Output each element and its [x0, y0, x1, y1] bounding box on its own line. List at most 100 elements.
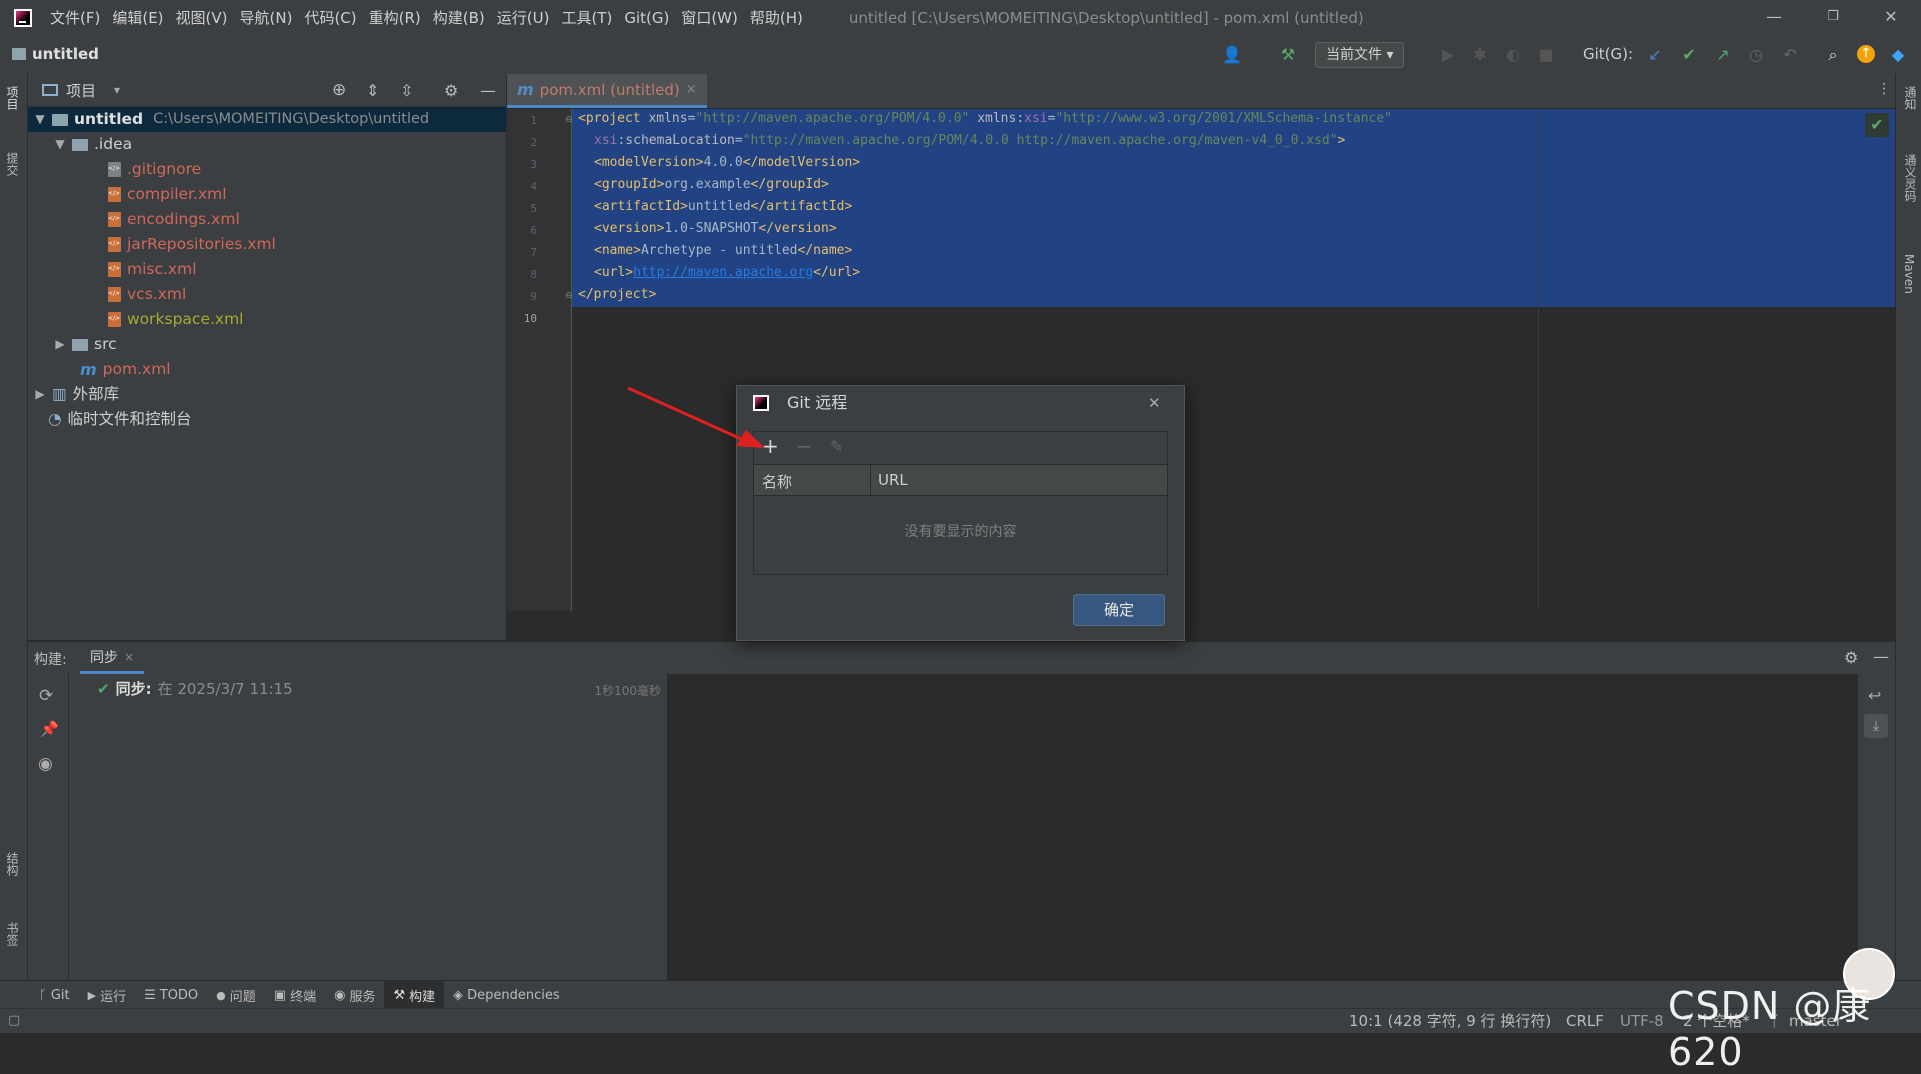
run-config-select[interactable]: 当前文件 ▾	[1315, 42, 1405, 68]
column-header-name[interactable]: 名称	[762, 471, 792, 492]
search-icon[interactable]: ⌕	[1823, 45, 1843, 65]
debug-icon[interactable]: ✱	[1470, 45, 1490, 65]
pin-icon[interactable]: 📌	[40, 720, 59, 738]
project-name[interactable]: untitled	[12, 45, 99, 63]
menu-git[interactable]: Git(G)	[618, 0, 675, 36]
expand-all-icon[interactable]: ⇕	[366, 81, 379, 100]
git-commit-icon[interactable]: ✔	[1679, 45, 1699, 65]
refresh-sync-icon[interactable]: ⟳	[39, 686, 53, 706]
coverage-icon[interactable]: ◐	[1503, 45, 1523, 65]
tab-sync[interactable]: 同步 ×	[80, 642, 145, 674]
collapse-all-icon[interactable]: ⇳	[400, 81, 413, 100]
tool-terminal[interactable]: ▣ 终端	[265, 981, 325, 1009]
build-hammer-icon[interactable]: ⚒	[1278, 45, 1298, 65]
menu-file[interactable]: 文件(F)	[44, 0, 106, 36]
tree-item-root[interactable]: ▼ untitled C:\Users\MOMEITING\Desktop\un…	[28, 107, 506, 132]
hide-panel-icon[interactable]: —	[1873, 647, 1889, 666]
menu-help[interactable]: 帮助(H)	[744, 0, 809, 36]
remove-remote-button[interactable]: −	[796, 434, 813, 458]
locate-icon[interactable]: ⊕	[332, 80, 346, 100]
update-icon[interactable]: ↑	[1857, 45, 1875, 63]
edit-remote-button[interactable]: ✎	[830, 437, 843, 456]
git-update-icon[interactable]: ↙	[1645, 45, 1665, 65]
column-header-url[interactable]: URL	[878, 471, 908, 489]
project-panel-title[interactable]: 项目	[66, 80, 96, 101]
inspection-ok-icon[interactable]: ✔	[1865, 113, 1889, 137]
menu-build[interactable]: 构建(B)	[427, 0, 491, 36]
notifications-tool-tab[interactable]: 通知	[1902, 86, 1919, 110]
layout-toggle-icon[interactable]: ▢	[8, 1009, 20, 1033]
tool-git[interactable]: ᚴ Git	[30, 981, 79, 1009]
view-selector-chevron-icon[interactable]: ▾	[114, 83, 120, 97]
build-entry-sync[interactable]: ✔ 同步: 在 2025/3/7 11:15	[97, 678, 293, 699]
menu-view[interactable]: 视图(V)	[170, 0, 234, 36]
menu-refactor[interactable]: 重构(R)	[363, 0, 427, 36]
settings-gear-icon[interactable]: ⚙	[444, 81, 458, 100]
chevron-right-icon[interactable]: ▶	[32, 382, 48, 407]
settings-gear-icon[interactable]: ⚙	[1844, 648, 1858, 667]
caret-position[interactable]: 10:1 (428 字符, 9 行 换行符)	[1349, 1009, 1551, 1033]
plugin-icon[interactable]: ◆	[1888, 45, 1908, 65]
hide-panel-icon[interactable]: —	[480, 81, 496, 100]
xml-file-icon	[108, 187, 121, 202]
file-encoding[interactable]: UTF-8	[1620, 1009, 1664, 1033]
tool-services[interactable]: ◉ 服务	[325, 981, 384, 1009]
close-tab-icon[interactable]: ×	[124, 650, 134, 664]
scroll-to-end-icon[interactable]: ⤓	[1864, 714, 1888, 738]
tree-item-src[interactable]: ▶ src	[48, 332, 116, 357]
history-icon[interactable]: ◷	[1746, 45, 1766, 65]
tool-run[interactable]: ▶ 运行	[79, 981, 135, 1009]
tree-item-scratches[interactable]: ◔ 临时文件和控制台	[48, 407, 192, 432]
tree-item-encodings-xml[interactable]: encodings.xml	[108, 207, 240, 232]
build-output-console[interactable]	[668, 674, 1858, 980]
git-push-icon[interactable]: ↗	[1713, 45, 1733, 65]
commit-tool-tab[interactable]: 提交	[4, 152, 21, 176]
chevron-down-icon[interactable]: ▼	[52, 132, 68, 157]
line-separator[interactable]: CRLF	[1566, 1009, 1604, 1033]
close-dialog-icon[interactable]: ✕	[1148, 386, 1161, 420]
tree-item-gitignore[interactable]: .gitignore	[108, 157, 201, 182]
minimize-button[interactable]: —	[1751, 0, 1797, 36]
close-tab-icon[interactable]: ×	[686, 82, 697, 97]
menu-window[interactable]: 窗口(W)	[675, 0, 744, 36]
intellij-logo-icon[interactable]	[14, 9, 32, 27]
code-link[interactable]: http://maven.apache.org	[633, 265, 813, 280]
maven-tool-tab[interactable]: Maven	[1902, 254, 1916, 294]
code-token: >	[1337, 133, 1346, 148]
tree-item-compiler-xml[interactable]: compiler.xml	[108, 182, 227, 207]
tree-item-misc-xml[interactable]: misc.xml	[108, 257, 197, 282]
chevron-right-icon[interactable]: ▶	[52, 332, 68, 357]
restore-button[interactable]: ❐	[1810, 0, 1856, 36]
tool-dependencies[interactable]: ◈ Dependencies	[444, 981, 569, 1009]
rollback-icon[interactable]: ↶	[1780, 45, 1800, 65]
soft-wrap-icon[interactable]: ↩	[1868, 686, 1881, 705]
more-options-icon[interactable]: ⋮	[1877, 81, 1891, 97]
ok-button[interactable]: 确定	[1073, 594, 1165, 626]
menu-run[interactable]: 运行(U)	[491, 0, 556, 36]
tool-build[interactable]: ⚒ 构建	[384, 981, 445, 1009]
stop-icon[interactable]: ■	[1536, 45, 1556, 65]
menu-tools[interactable]: 工具(T)	[555, 0, 618, 36]
structure-tool-tab[interactable]: 结构	[4, 852, 21, 876]
tool-problems[interactable]: ● 问题	[207, 981, 265, 1009]
tree-item-jarrepositories-xml[interactable]: jarRepositories.xml	[108, 232, 276, 257]
ai-assistant-tool-tab[interactable]: 通义灵码	[1902, 154, 1919, 202]
close-window-button[interactable]: ✕	[1868, 0, 1914, 36]
eye-icon[interactable]: ◉	[38, 754, 53, 774]
tree-item-idea[interactable]: ▼ .idea	[48, 132, 132, 157]
bookmarks-tool-tab[interactable]: 书签	[4, 922, 21, 946]
menu-code[interactable]: 代码(C)	[298, 0, 362, 36]
tree-item-pom-xml[interactable]: m pom.xml	[80, 357, 171, 382]
run-icon[interactable]: ▶	[1438, 45, 1458, 65]
chevron-down-icon[interactable]: ▼	[32, 107, 48, 132]
tree-item-vcs-xml[interactable]: vcs.xml	[108, 282, 186, 307]
tree-item-workspace-xml[interactable]: workspace.xml	[108, 307, 244, 332]
user-icon[interactable]: 👤	[1222, 45, 1242, 65]
tool-todo[interactable]: ☰ TODO	[135, 981, 207, 1009]
editor-tab-pom[interactable]: m pom.xml (untitled) ×	[507, 74, 707, 108]
menu-navigate[interactable]: 导航(N)	[234, 0, 299, 36]
project-tool-tab[interactable]: 项目	[4, 86, 21, 110]
menu-edit[interactable]: 编辑(E)	[106, 0, 169, 36]
tool-label: TODO	[159, 987, 199, 1003]
tree-item-external-libraries[interactable]: ▶ ▥ 外部库	[28, 382, 119, 407]
